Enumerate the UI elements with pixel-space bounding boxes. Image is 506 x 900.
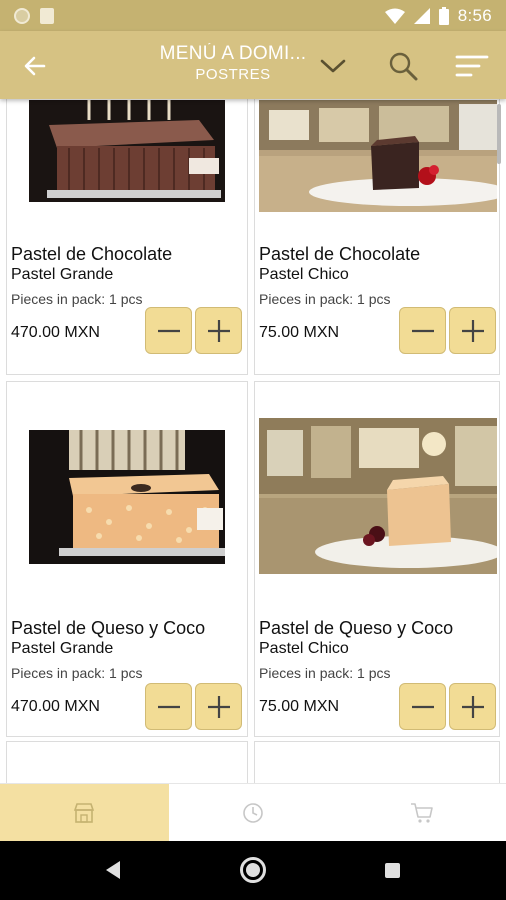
product-size: Pastel Chico [259,640,349,657]
product-card[interactable] [6,741,248,783]
increase-quantity-button[interactable] [195,683,242,730]
product-name: Pastel de Queso y Coco [11,618,206,638]
status-bar: 8:56 [0,0,506,31]
product-grid[interactable]: Pastel de Chocolate Pastel Grande Pieces… [0,99,506,783]
battery-icon [438,6,449,25]
product-image [29,430,225,564]
arrow-left-icon [24,56,46,76]
product-image [259,418,497,574]
plus-icon [207,695,230,718]
page-title: MENÚ A DOMI... [159,43,307,64]
product-size: Pastel Grande [11,266,114,283]
product-card[interactable]: Pastel de Chocolate Pastel Grande Pieces… [6,99,248,375]
product-card[interactable]: Pastel de Queso y Coco Pastel Grande Pie… [6,381,248,737]
minus-icon [411,329,434,332]
nav-tab-cart[interactable] [337,784,506,841]
back-button[interactable] [20,51,50,81]
product-price: 470.00 MXN [11,698,100,715]
decrease-quantity-button[interactable] [145,683,192,730]
product-card[interactable]: Pastel de Chocolate Pastel Chico Pieces … [254,99,500,375]
product-pack-info: Pieces in pack: 1 pcs [11,291,143,307]
filter-button[interactable] [454,51,490,81]
signal-icon [413,7,430,24]
page-subtitle: POSTRES [195,66,271,83]
decrease-quantity-button[interactable] [145,307,192,354]
decrease-quantity-button[interactable] [399,307,446,354]
product-size: Pastel Chico [259,266,349,283]
status-time: 8:56 [457,5,492,25]
system-home-icon[interactable] [240,857,266,883]
product-pack-info: Pieces in pack: 1 pcs [11,665,143,681]
plus-icon [207,319,230,342]
nav-tab-store[interactable] [0,784,169,841]
increase-quantity-button[interactable] [449,683,496,730]
nav-tab-history[interactable] [169,784,338,841]
product-pack-info: Pieces in pack: 1 pcs [259,291,391,307]
search-button[interactable] [386,49,420,83]
chevron-down-icon [320,59,346,73]
system-recents-icon[interactable] [385,863,400,878]
cart-icon [410,802,433,823]
filter-icon [455,55,489,77]
system-back-icon[interactable] [104,860,122,880]
product-price: 75.00 MXN [259,698,340,715]
scrollbar-thumb[interactable] [497,104,501,164]
wifi-icon [384,8,405,24]
decrease-quantity-button[interactable] [399,683,446,730]
product-price: 470.00 MXN [11,324,100,341]
clock-icon [243,802,263,823]
product-price: 75.00 MXN [259,324,340,341]
app-bar: MENÚ A DOMI... POSTRES [0,31,506,99]
product-image [29,100,225,202]
category-dropdown-button[interactable] [318,53,348,79]
sd-card-icon [40,7,54,24]
product-card[interactable]: Pastel de Queso y Coco Pastel Chico Piec… [254,381,500,737]
search-icon [389,52,418,81]
product-name: Pastel de Queso y Coco [259,618,454,638]
increase-quantity-button[interactable] [195,307,242,354]
product-size: Pastel Grande [11,640,114,657]
product-pack-info: Pieces in pack: 1 pcs [259,665,391,681]
notification-dot-icon [14,7,30,24]
plus-icon [461,695,484,718]
increase-quantity-button[interactable] [449,307,496,354]
minus-icon [157,705,180,708]
product-name: Pastel de Chocolate [259,244,421,264]
plus-icon [461,319,484,342]
bottom-navigation [0,783,506,841]
store-icon [74,802,95,823]
minus-icon [411,705,434,708]
header-title-group[interactable]: MENÚ A DOMI... POSTRES [148,43,318,83]
system-navigation-bar [0,841,506,900]
product-image [259,100,497,212]
product-name: Pastel de Chocolate [11,244,173,264]
product-card[interactable] [254,741,500,783]
minus-icon [157,329,180,332]
